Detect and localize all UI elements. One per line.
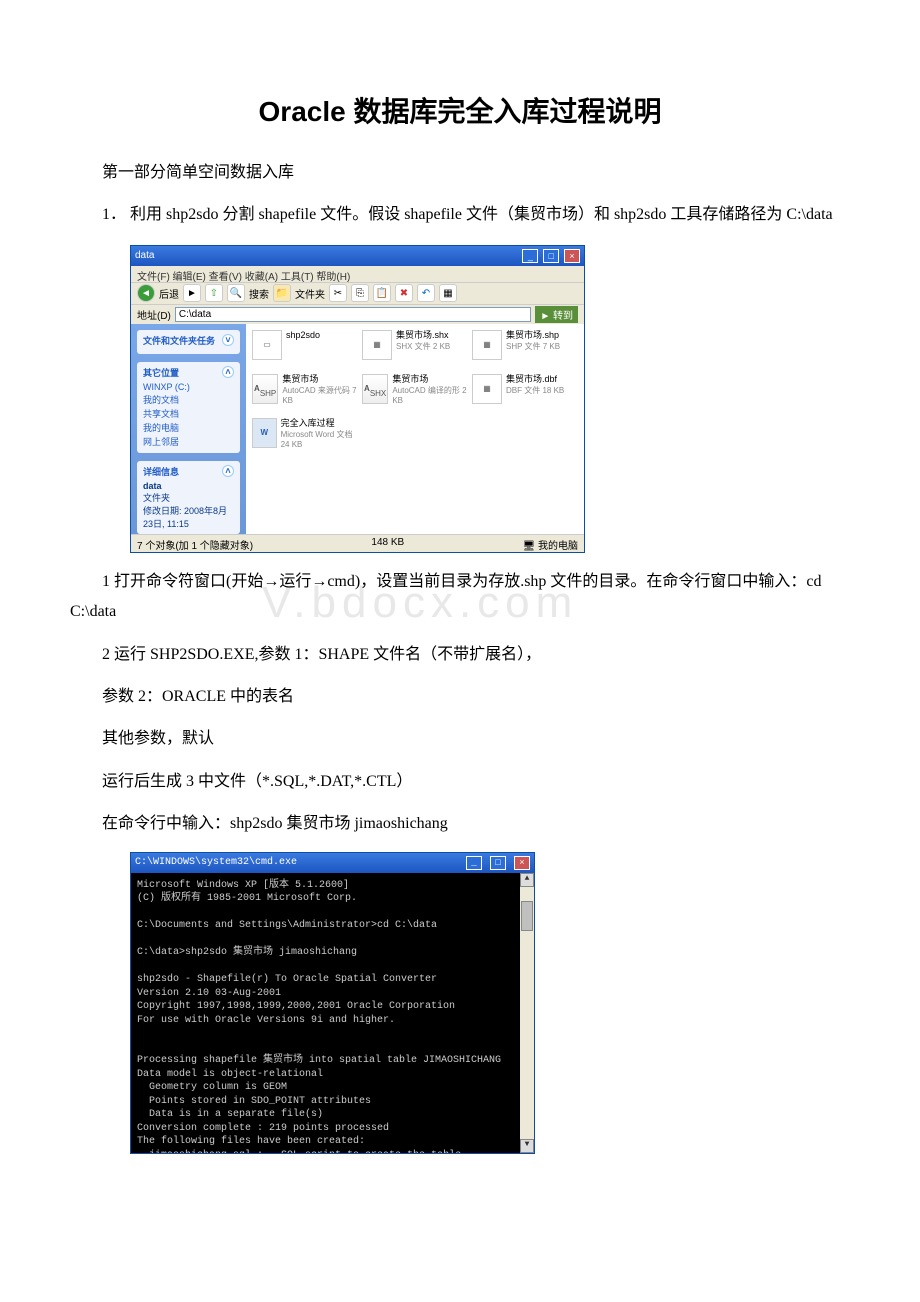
status-objects: 7 个对象(加 1 个隐藏对象) (137, 537, 253, 550)
side-panel: 文件和文件夹任务 ˅ 其它位置 ˄ WINXP (C:) 我的文档 共享文档 我的电… (131, 324, 246, 534)
paste-icon[interactable]: 📋 (373, 284, 391, 302)
paragraph-6: 运行后生成 3 中文件（*.SQL,*.DAT,*.CTL） (70, 767, 850, 797)
chevron-up-icon[interactable]: ˄ (222, 366, 234, 378)
folders-label[interactable]: 文件夹 (295, 286, 325, 301)
scrollbar[interactable]: ▲▼ (520, 873, 534, 1153)
details-heading: 详细信息 (143, 465, 179, 478)
details-panel: 详细信息 ˄ data 文件夹 修改日期: 2008年8月23日, 11:15 (137, 461, 240, 534)
chevron-down-icon[interactable]: ˅ (222, 334, 234, 346)
close-icon[interactable]: × (514, 856, 530, 870)
paragraph-1: 1． 利用 shp2sdo 分割 shapefile 文件。假设 shapefi… (70, 200, 850, 230)
views-icon[interactable]: ▦ (439, 284, 457, 302)
sidebar-link[interactable]: 我的文档 (143, 393, 234, 406)
delete-icon[interactable]: ✖ (395, 284, 413, 302)
file-item[interactable]: ▦集贸市场.shpSHP 文件 7 KB (472, 330, 578, 370)
cmd-window: C:\WINDOWS\system32\cmd.exe _ □ × Micros… (130, 852, 535, 1154)
file-item[interactable]: ▭shp2sdo (252, 330, 358, 370)
cmd-titlebar: C:\WINDOWS\system32\cmd.exe _ □ × (131, 853, 534, 873)
address-label: 地址(D) (137, 307, 171, 322)
undo-icon[interactable]: ↶ (417, 284, 435, 302)
forward-icon[interactable]: ► (183, 284, 201, 302)
file-item[interactable]: ▦集贸市场.shxSHX 文件 2 KB (362, 330, 468, 370)
menu-bar[interactable]: 文件(F) 编辑(E) 查看(V) 收藏(A) 工具(T) 帮助(H) (131, 266, 584, 282)
cut-icon[interactable]: ✂ (329, 284, 347, 302)
file-item[interactable]: ASHP集贸市场AutoCAD 来源代码 7 KB (252, 374, 358, 414)
file-item[interactable]: ▦集贸市场.dbfDBF 文件 18 KB (472, 374, 578, 414)
cmd-output[interactable]: Microsoft Windows XP [版本 5.1.2600] (C) 版… (131, 873, 534, 1153)
explorer-window: data _ □ × 文件(F) 编辑(E) 查看(V) 收藏(A) 工具(T)… (130, 245, 585, 553)
word-icon: W (252, 418, 277, 448)
paragraph-4: 参数 2：ORACLE 中的表名 (70, 682, 850, 712)
scroll-up-icon[interactable]: ▲ (520, 873, 534, 887)
status-bar: 7 个对象(加 1 个隐藏对象) 148 KB 🖥 我的电脑 (131, 534, 584, 552)
file-icon: ▦ (472, 330, 502, 360)
tasks-heading: 文件和文件夹任务 (143, 334, 215, 347)
maximize-icon[interactable]: □ (543, 249, 559, 263)
file-icon: ▦ (472, 374, 502, 404)
go-button[interactable]: ► 转到 (535, 306, 578, 323)
minimize-icon[interactable]: _ (466, 856, 482, 870)
cmd-title: C:\WINDOWS\system32\cmd.exe (135, 857, 297, 868)
file-grid: ▭shp2sdo ▦集贸市场.shxSHX 文件 2 KB ▦集贸市场.shpS… (246, 324, 584, 534)
up-icon[interactable]: ⇧ (205, 284, 223, 302)
file-icon: ▦ (362, 330, 392, 360)
status-size: 148 KB (371, 537, 404, 550)
search-icon[interactable]: 🔍 (227, 284, 245, 302)
folders-icon[interactable]: 📁 (273, 284, 291, 302)
minimize-icon[interactable]: _ (522, 249, 538, 263)
other-places-panel: 其它位置 ˄ WINXP (C:) 我的文档 共享文档 我的电脑 网上邻居 (137, 362, 240, 453)
search-label[interactable]: 搜索 (249, 286, 269, 301)
maximize-icon[interactable]: □ (490, 856, 506, 870)
tasks-panel: 文件和文件夹任务 ˅ (137, 330, 240, 354)
scroll-thumb[interactable] (521, 901, 533, 931)
file-item[interactable]: W完全入库过程Microsoft Word 文档 24 KB (252, 418, 358, 458)
copy-icon[interactable]: ⎘ (351, 284, 369, 302)
back-label[interactable]: 后退 (159, 286, 179, 301)
scroll-down-icon[interactable]: ▼ (520, 1139, 534, 1153)
section-heading: 第一部分简单空间数据入库 (70, 158, 850, 188)
details-date: 修改日期: 2008年8月23日, 11:15 (143, 506, 227, 529)
address-input[interactable] (175, 307, 531, 322)
page-title: Oracle 数据库完全入库过程说明 (70, 90, 850, 130)
explorer-titlebar: data _ □ × (131, 246, 584, 266)
status-location: 🖥 我的电脑 (523, 537, 578, 550)
shp-icon: ASHP (252, 374, 278, 404)
sidebar-link[interactable]: 共享文档 (143, 407, 234, 420)
sidebar-link[interactable]: 我的电脑 (143, 421, 234, 434)
paragraph-3: 2 运行 SHP2SDO.EXE,参数 1：SHAPE 文件名（不带扩展名）， (70, 640, 850, 670)
details-type: 文件夹 (143, 493, 170, 503)
sidebar-link[interactable]: 网上邻居 (143, 435, 234, 448)
chevron-up-icon[interactable]: ˄ (222, 465, 234, 477)
exe-icon: ▭ (252, 330, 282, 360)
paragraph-7: 在命令行中输入：shp2sdo 集贸市场 jimaoshichang (70, 809, 850, 839)
sidebar-link[interactable]: WINXP (C:) (143, 382, 234, 392)
address-bar: 地址(D) ► 转到 (131, 304, 584, 324)
other-heading: 其它位置 (143, 366, 179, 379)
window-title: data (135, 250, 154, 261)
toolbar: ◄ 后退 ► ⇧ 🔍 搜索 📁 文件夹 ✂ ⎘ 📋 ✖ ↶ ▦ (131, 282, 584, 304)
shx-icon: ASHX (362, 374, 388, 404)
close-icon[interactable]: × (564, 249, 580, 263)
details-name: data (143, 481, 162, 491)
paragraph-5: 其他参数，默认 (70, 724, 850, 754)
file-item[interactable]: ASHX集贸市场AutoCAD 编译的形 2 KB (362, 374, 468, 414)
back-icon[interactable]: ◄ (137, 284, 155, 302)
paragraph-2: V.bdocx.com 1 打开命令符窗口(开始→运行→cmd)，设置当前目录为… (70, 567, 850, 628)
